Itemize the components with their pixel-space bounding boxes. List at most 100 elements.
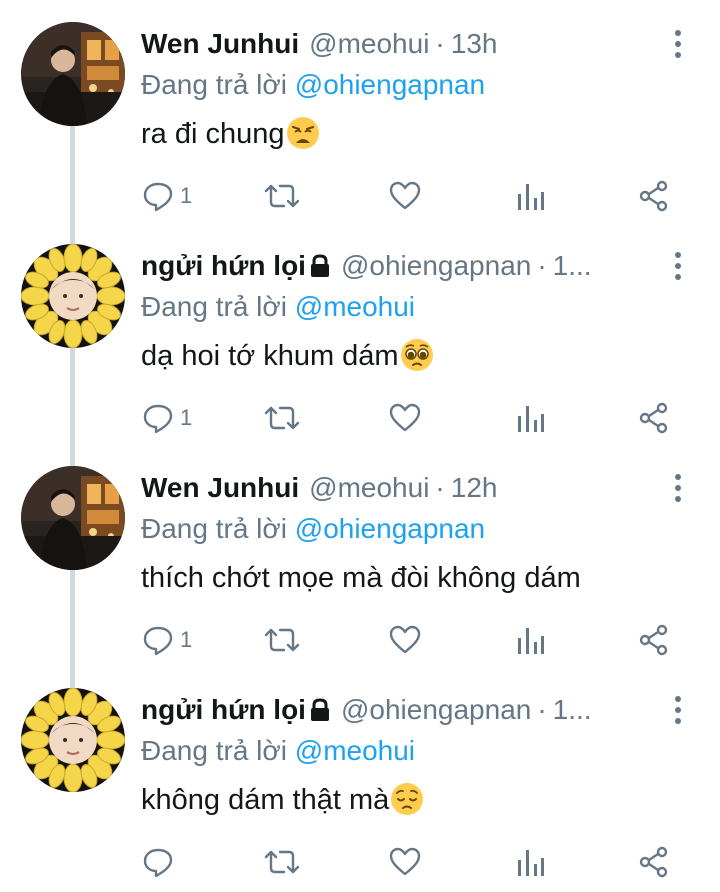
like-button[interactable]: [389, 176, 421, 216]
mention-link[interactable]: @meohui: [295, 291, 415, 322]
share-icon: [639, 624, 668, 656]
author-handle[interactable]: @ohiengapnan: [341, 694, 531, 725]
reply-button[interactable]: 1: [142, 620, 192, 660]
tweet-text-content: không dám thật mà: [141, 784, 390, 816]
tweet-text-content: dạ hoi tớ khum dám: [141, 340, 399, 372]
analytics-icon: [518, 628, 544, 654]
avatar[interactable]: [21, 244, 125, 348]
mention-link[interactable]: @meohui: [295, 735, 415, 766]
pensive-face-emoji: [390, 782, 424, 827]
like-icon: [389, 181, 421, 210]
like-button[interactable]: [389, 842, 421, 882]
analytics-icon: [518, 850, 544, 876]
separator: ·: [435, 28, 445, 59]
separator: ·: [537, 694, 547, 725]
timestamp[interactable]: 1...: [553, 250, 592, 281]
weary-face-emoji: [286, 116, 320, 161]
tweet-header: Wen Junhui @meohui · 13h: [141, 24, 661, 64]
retweet-button[interactable]: [264, 620, 300, 660]
share-icon: [639, 846, 668, 878]
analytics-button[interactable]: [516, 620, 546, 660]
tweet-header: ngửi hứn lọi @ohiengapnan · 1...: [141, 246, 661, 286]
more-options-icon[interactable]: [664, 250, 692, 282]
share-button[interactable]: [638, 620, 670, 660]
lock-icon: [309, 693, 331, 730]
reply-count: 1: [180, 405, 193, 430]
retweet-button[interactable]: [264, 398, 300, 438]
tweet-text: ra đi chung: [141, 114, 320, 161]
like-button[interactable]: [389, 620, 421, 660]
share-button[interactable]: [638, 842, 670, 882]
reply-icon: [143, 626, 173, 656]
timestamp[interactable]: 13h: [451, 28, 498, 59]
like-icon: [389, 625, 421, 654]
retweet-button[interactable]: [264, 842, 300, 882]
author-handle[interactable]: @ohiengapnan: [341, 250, 531, 281]
replying-to: Đang trả lời @ohiengapnan: [141, 511, 485, 547]
tweet-text-content: ra đi chung: [141, 118, 285, 150]
tweet-actions: 1: [0, 398, 720, 438]
analytics-icon: [518, 406, 544, 432]
replying-prefix: Đang trả lời: [141, 291, 287, 322]
like-icon: [389, 847, 421, 876]
like-icon: [389, 403, 421, 432]
avatar[interactable]: [21, 22, 125, 126]
reply-button[interactable]: 1: [142, 176, 192, 216]
tweet-actions: [0, 842, 720, 882]
avatar[interactable]: [21, 688, 125, 792]
share-button[interactable]: [638, 398, 670, 438]
share-button[interactable]: [638, 176, 670, 216]
mention-link[interactable]: @ohiengapnan: [295, 69, 485, 100]
reply-button[interactable]: 1: [142, 398, 192, 438]
avatar[interactable]: [21, 466, 125, 570]
tweet-actions: 1: [0, 620, 720, 660]
more-options-icon[interactable]: [664, 28, 692, 60]
pleading-face-emoji: [400, 338, 434, 383]
more-options-icon[interactable]: [664, 472, 692, 504]
timestamp[interactable]: 1...: [553, 694, 592, 725]
share-icon: [639, 180, 668, 212]
timestamp[interactable]: 12h: [451, 472, 498, 503]
analytics-button[interactable]: [516, 176, 546, 216]
author-name[interactable]: Wen Junhui: [141, 28, 299, 59]
retweet-icon: [264, 850, 300, 874]
tweet-text: không dám thật mà: [141, 780, 424, 827]
share-icon: [639, 402, 668, 434]
author-name[interactable]: ngửi hứn lọi: [141, 250, 306, 281]
author-handle[interactable]: @meohui: [309, 472, 429, 503]
tweet-header: ngửi hứn lọi @ohiengapnan · 1...: [141, 690, 661, 730]
author-name[interactable]: Wen Junhui: [141, 472, 299, 503]
replying-to: Đang trả lời @ohiengapnan: [141, 67, 485, 103]
reply-count: 1: [180, 627, 193, 652]
tweet-actions: 1: [0, 176, 720, 216]
author-handle[interactable]: @meohui: [309, 28, 429, 59]
lock-icon: [309, 249, 331, 286]
analytics-button[interactable]: [516, 398, 546, 438]
author-name[interactable]: ngửi hứn lọi: [141, 694, 306, 725]
retweet-icon: [264, 628, 300, 652]
tweet[interactable]: ngửi hứn lọi @ohiengapnan · 1... Đang trả l…: [0, 222, 720, 466]
tweet[interactable]: ngửi hứn lọi @ohiengapnan · 1... Đang trả l…: [0, 666, 720, 888]
replying-to: Đang trả lời @meohui: [141, 733, 415, 769]
retweet-button[interactable]: [264, 176, 300, 216]
mention-link[interactable]: @ohiengapnan: [295, 513, 485, 544]
replying-prefix: Đang trả lời: [141, 513, 287, 544]
replying-to: Đang trả lời @meohui: [141, 289, 415, 325]
reply-icon: [143, 848, 173, 878]
analytics-button[interactable]: [516, 842, 546, 882]
tweet-header: Wen Junhui @meohui · 12h: [141, 468, 661, 508]
replying-prefix: Đang trả lời: [141, 735, 287, 766]
like-button[interactable]: [389, 398, 421, 438]
tweet[interactable]: Wen Junhui @meohui · 12h Đang trả lời @ohie…: [0, 444, 720, 688]
reply-button[interactable]: [142, 842, 180, 882]
tweet[interactable]: Wen Junhui @meohui · 13h Đang trả lời @ohie…: [0, 0, 720, 244]
replying-prefix: Đang trả lời: [141, 69, 287, 100]
reply-icon: [143, 404, 173, 434]
reply-icon: [143, 182, 173, 212]
more-options-icon[interactable]: [664, 694, 692, 726]
separator: ·: [537, 250, 547, 281]
separator: ·: [435, 472, 445, 503]
analytics-icon: [518, 184, 544, 210]
tweet-text: thích chớt mọe mà đòi không dám: [141, 558, 581, 598]
tweet-text-content: thích chớt mọe mà đòi không dám: [141, 562, 581, 594]
